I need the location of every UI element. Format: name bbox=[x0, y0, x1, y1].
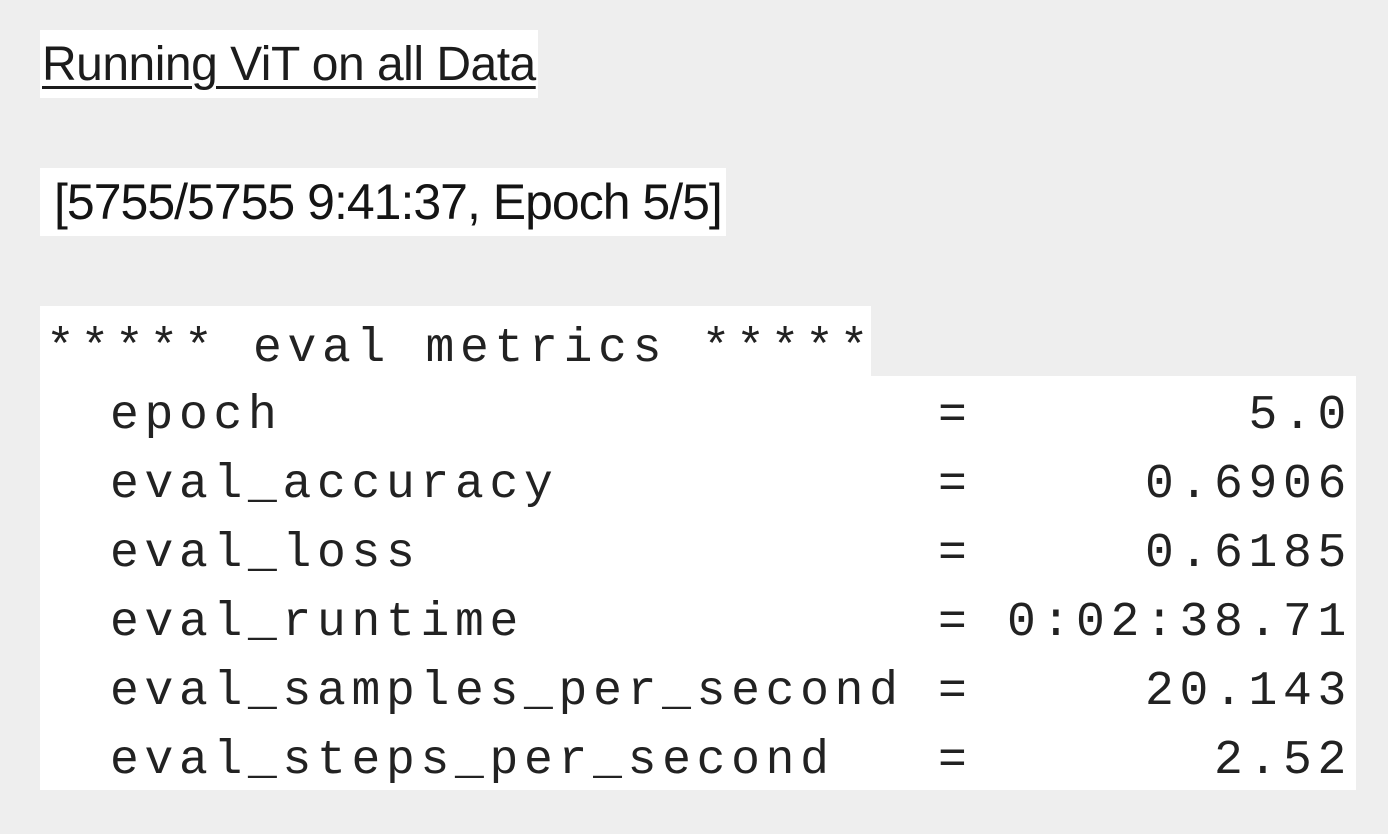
metric-row-eval-accuracy: eval_accuracy = 0.6906 bbox=[40, 445, 1356, 514]
metric-row-eval-loss: eval_loss = 0.6185 bbox=[40, 514, 1356, 583]
metric-value: 0.6906 bbox=[1144, 458, 1352, 512]
metric-row-epoch: epoch = 5.0 bbox=[40, 376, 1356, 445]
metric-value: 2.52 bbox=[1213, 734, 1352, 788]
metric-value: 5.0 bbox=[1248, 389, 1352, 443]
metric-equals: = bbox=[938, 734, 973, 788]
metric-row-eval-samples-per-second: eval_samples_per_second = 20.143 bbox=[40, 652, 1356, 721]
progress-panel: [5755/5755 9:41:37, Epoch 5/5] bbox=[40, 168, 726, 236]
metric-equals: = bbox=[938, 665, 973, 719]
title-panel: Running ViT on all Data bbox=[40, 30, 538, 98]
metric-name: epoch bbox=[110, 389, 283, 443]
metric-row-eval-steps-per-second: eval_steps_per_second = 2.52 bbox=[40, 721, 1356, 790]
metric-equals: = bbox=[938, 596, 973, 650]
metric-equals: = bbox=[938, 389, 973, 443]
metric-row-eval-runtime: eval_runtime = 0:02:38.71 bbox=[40, 583, 1356, 652]
metric-name: eval_accuracy bbox=[110, 458, 559, 512]
metric-equals: = bbox=[938, 527, 973, 581]
metric-value: 0:02:38.71 bbox=[1006, 596, 1352, 650]
page-title: Running ViT on all Data bbox=[42, 37, 536, 91]
metric-name: eval_steps_per_second bbox=[110, 734, 835, 788]
metric-name: eval_runtime bbox=[110, 596, 525, 650]
metric-equals: = bbox=[938, 458, 973, 512]
metrics-header-panel: ***** eval metrics ***** bbox=[40, 306, 871, 376]
metric-value: 0.6185 bbox=[1144, 527, 1352, 581]
metric-name: eval_samples_per_second bbox=[110, 665, 904, 719]
metrics-table: epoch = 5.0 eval_accuracy = 0.6906 eval_… bbox=[40, 376, 1356, 790]
training-progress-text: [5755/5755 9:41:37, Epoch 5/5] bbox=[54, 174, 723, 230]
metric-name: eval_loss bbox=[110, 527, 421, 581]
metrics-header: ***** eval metrics ***** bbox=[46, 322, 875, 376]
metric-value: 20.143 bbox=[1144, 665, 1352, 719]
